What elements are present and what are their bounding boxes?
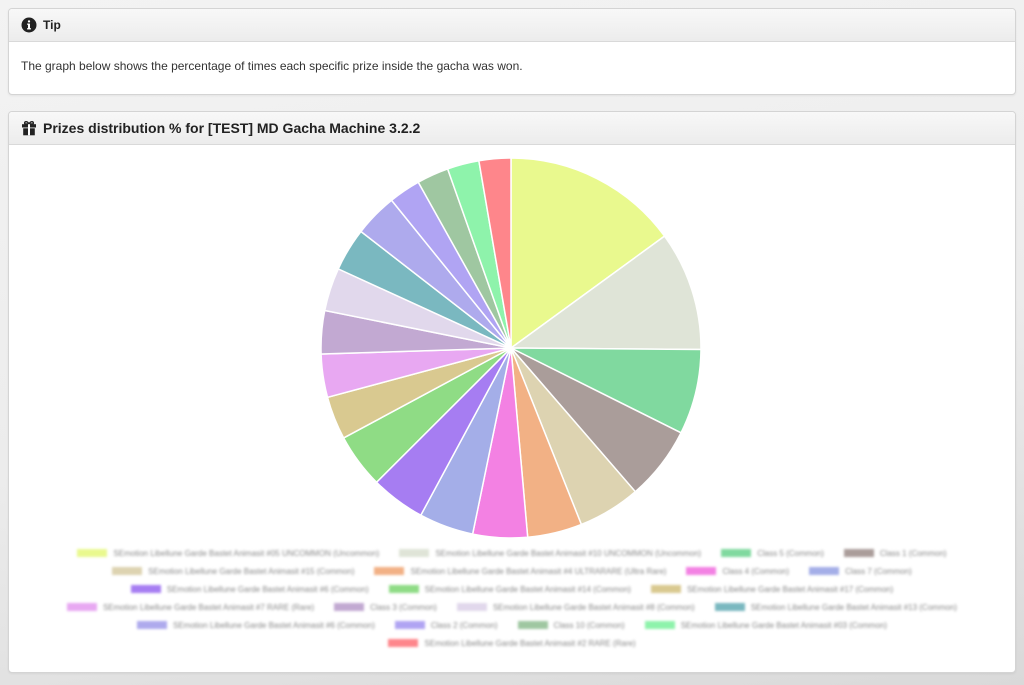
legend-label: SEmotion Libellune Garde Bastet Animasit… xyxy=(435,548,702,558)
legend-swatch xyxy=(388,585,419,593)
legend-label: SEmotion Libellune Garde Bastet Animasit… xyxy=(410,566,667,576)
legend-swatch xyxy=(686,567,717,575)
legend-item-19[interactable]: SEmotion Libellune Garde Bastet Animasit… xyxy=(644,616,888,634)
legend-swatch xyxy=(517,621,548,629)
legend-swatch xyxy=(456,603,487,611)
legend-item-10[interactable]: SEmotion Libellune Garde Bastet Animasit… xyxy=(388,580,631,598)
legend-swatch xyxy=(130,585,161,593)
legend-swatch xyxy=(388,639,419,647)
legend-item-14[interactable]: SEmotion Libellune Garde Bastet Animasit… xyxy=(456,598,695,616)
chart-panel: Prizes distribution % for [TEST] MD Gach… xyxy=(8,111,1016,673)
prizes-pie-chart xyxy=(320,157,702,539)
legend-swatch xyxy=(77,549,108,557)
chart-panel-title: Prizes distribution % for [TEST] MD Gach… xyxy=(43,120,421,136)
legend-label: SEmotion Libellune Garde Bastet Animasit… xyxy=(492,602,695,612)
legend-item-13[interactable]: Class 3 (Common) xyxy=(334,598,437,616)
legend-label: SEmotion Libellune Garde Bastet Animasit… xyxy=(424,638,636,648)
legend-label: Class 4 (Common) xyxy=(722,566,790,576)
legend-label: Class 2 (Common) xyxy=(430,620,498,630)
legend-item-15[interactable]: SEmotion Libellune Garde Bastet Animasit… xyxy=(714,598,958,616)
legend-label: SEmotion Libellune Garde Bastet Animasit… xyxy=(680,620,888,630)
legend-item-5[interactable]: SEmotion Libellune Garde Bastet Animasit… xyxy=(112,562,354,580)
legend-label: Class 7 (Common) xyxy=(845,566,912,576)
legend-swatch xyxy=(843,549,874,557)
legend-label: SEmotion Libellune Garde Bastet Animasit… xyxy=(166,584,369,594)
legend-swatch xyxy=(650,585,681,593)
legend-item-18[interactable]: Class 10 (Common) xyxy=(517,616,625,634)
legend-label: SEmotion Libellune Garde Bastet Animasit… xyxy=(102,602,315,612)
legend-swatch xyxy=(374,567,405,575)
legend-item-16[interactable]: SEmotion Libellune Garde Bastet Animasit… xyxy=(136,616,375,634)
tip-panel-header: Tip xyxy=(9,9,1015,42)
legend-item-9[interactable]: SEmotion Libellune Garde Bastet Animasit… xyxy=(130,580,369,598)
legend-item-20[interactable]: SEmotion Libellune Garde Bastet Animasit… xyxy=(388,634,636,652)
legend-item-1[interactable]: SEmotion Libellune Garde Bastet Animasit… xyxy=(77,544,379,562)
legend-label: Class 3 (Common) xyxy=(370,602,437,612)
legend-item-7[interactable]: Class 4 (Common) xyxy=(686,562,789,580)
legend-item-11[interactable]: SEmotion Libellune Garde Bastet Animasit… xyxy=(650,580,894,598)
legend-item-8[interactable]: Class 7 (Common) xyxy=(809,562,912,580)
tip-title: Tip xyxy=(43,18,61,32)
chart-legend: SEmotion Libellune Garde Bastet Animasit… xyxy=(29,544,995,652)
legend-item-4[interactable]: Class 1 (Common) xyxy=(843,544,947,562)
tip-panel: Tip The graph below shows the percentage… xyxy=(8,8,1016,95)
legend-swatch xyxy=(714,603,745,611)
legend-swatch xyxy=(399,549,430,557)
legend-label: SEmotion Libellune Garde Bastet Animasit… xyxy=(750,602,958,612)
legend-swatch xyxy=(809,567,840,575)
legend-swatch xyxy=(721,549,752,557)
legend-swatch xyxy=(644,621,675,629)
legend-label: SEmotion Libellune Garde Bastet Animasit… xyxy=(113,548,380,558)
legend-label: SEmotion Libellune Garde Bastet Animasit… xyxy=(172,620,375,630)
legend-item-3[interactable]: Class 5 (Common) xyxy=(721,544,824,562)
legend-label: Class 1 (Common) xyxy=(879,548,947,558)
legend-swatch xyxy=(66,603,97,611)
legend-item-12[interactable]: SEmotion Libellune Garde Bastet Animasit… xyxy=(66,598,315,616)
legend-item-17[interactable]: Class 2 (Common) xyxy=(394,616,498,634)
legend-label: Class 5 (Common) xyxy=(757,548,824,558)
legend-swatch xyxy=(394,621,425,629)
legend-swatch xyxy=(112,567,143,575)
tip-text: The graph below shows the percentage of … xyxy=(21,59,523,73)
legend-item-2[interactable]: SEmotion Libellune Garde Bastet Animasit… xyxy=(399,544,701,562)
gift-icon xyxy=(22,121,36,136)
legend-label: Class 10 (Common) xyxy=(553,620,625,630)
chart-panel-header: Prizes distribution % for [TEST] MD Gach… xyxy=(9,112,1015,145)
info-circle-icon xyxy=(21,17,37,33)
legend-item-6[interactable]: SEmotion Libellune Garde Bastet Animasit… xyxy=(374,562,666,580)
legend-label: SEmotion Libellune Garde Bastet Animasit… xyxy=(148,566,355,576)
legend-swatch xyxy=(136,621,167,629)
legend-label: SEmotion Libellune Garde Bastet Animasit… xyxy=(424,584,631,594)
legend-label: SEmotion Libellune Garde Bastet Animasit… xyxy=(686,584,894,594)
legend-swatch xyxy=(334,603,365,611)
